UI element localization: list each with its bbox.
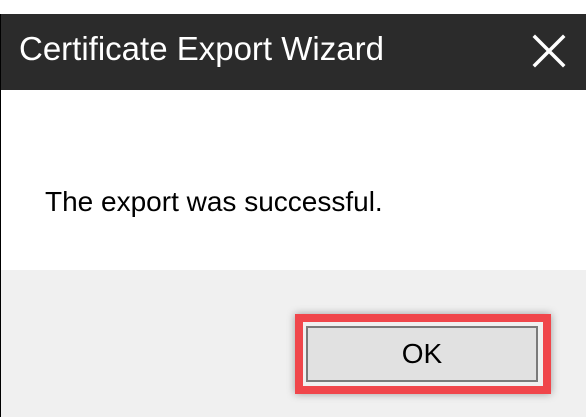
close-button[interactable] [510,14,586,90]
dialog-footer: OK [1,270,586,417]
certificate-export-dialog: Certificate Export Wizard The export was… [0,14,586,417]
success-message: The export was successful. [45,186,383,217]
background-page-strip [0,0,586,14]
title-bar: Certificate Export Wizard [1,14,586,90]
dialog-content: The export was successful. [1,90,586,270]
dialog-title: Certificate Export Wizard [19,30,384,67]
close-icon [532,34,566,68]
ok-button[interactable]: OK [306,326,538,382]
